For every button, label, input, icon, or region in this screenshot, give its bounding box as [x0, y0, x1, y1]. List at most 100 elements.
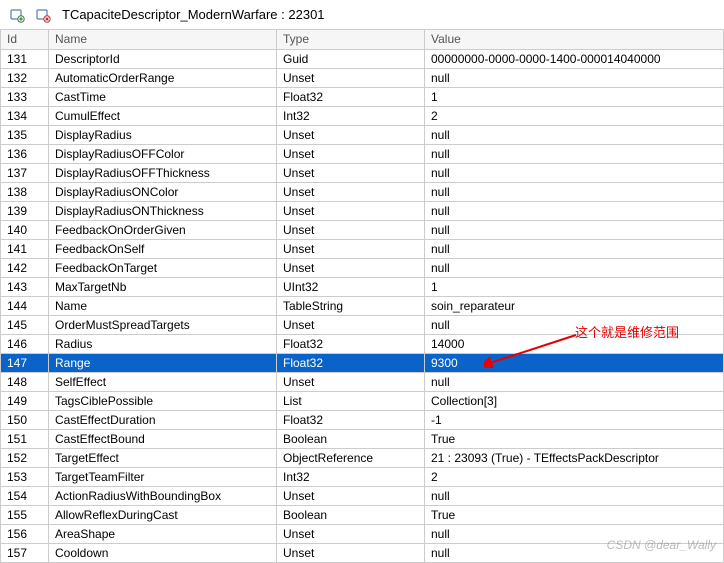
property-grid[interactable]: Id Name Type Value 131DescriptorIdGuid00…: [0, 30, 724, 563]
cell-type[interactable]: Unset: [277, 486, 425, 505]
cell-id[interactable]: 156: [1, 524, 49, 543]
cell-name[interactable]: DisplayRadiusONThickness: [49, 201, 277, 220]
cell-id[interactable]: 144: [1, 296, 49, 315]
cell-type[interactable]: Guid: [277, 49, 425, 68]
cell-name[interactable]: Name: [49, 296, 277, 315]
add-filter-icon[interactable]: [6, 4, 28, 26]
cell-type[interactable]: Unset: [277, 258, 425, 277]
cell-value[interactable]: soin_reparateur: [425, 296, 724, 315]
cell-id[interactable]: 131: [1, 49, 49, 68]
clear-filter-icon[interactable]: [32, 4, 54, 26]
cell-id[interactable]: 132: [1, 68, 49, 87]
table-row[interactable]: 153TargetTeamFilterInt322: [1, 467, 724, 486]
cell-type[interactable]: Unset: [277, 144, 425, 163]
table-row[interactable]: 138DisplayRadiusONColorUnsetnull: [1, 182, 724, 201]
cell-value[interactable]: 1: [425, 277, 724, 296]
table-row[interactable]: 141FeedbackOnSelfUnsetnull: [1, 239, 724, 258]
cell-name[interactable]: Cooldown: [49, 543, 277, 562]
cell-type[interactable]: Int32: [277, 106, 425, 125]
cell-name[interactable]: FeedbackOnTarget: [49, 258, 277, 277]
cell-name[interactable]: DisplayRadiusOFFThickness: [49, 163, 277, 182]
table-row[interactable]: 150CastEffectDurationFloat32-1: [1, 410, 724, 429]
cell-id[interactable]: 154: [1, 486, 49, 505]
cell-name[interactable]: DisplayRadiusONColor: [49, 182, 277, 201]
cell-id[interactable]: 136: [1, 144, 49, 163]
cell-value[interactable]: null: [425, 486, 724, 505]
cell-value[interactable]: null: [425, 68, 724, 87]
cell-name[interactable]: CastEffectBound: [49, 429, 277, 448]
cell-value[interactable]: 1: [425, 87, 724, 106]
header-value[interactable]: Value: [425, 30, 724, 49]
table-row[interactable]: 142FeedbackOnTargetUnsetnull: [1, 258, 724, 277]
cell-type[interactable]: Unset: [277, 524, 425, 543]
header-id[interactable]: Id: [1, 30, 49, 49]
cell-name[interactable]: MaxTargetNb: [49, 277, 277, 296]
cell-value[interactable]: null: [425, 125, 724, 144]
cell-name[interactable]: DescriptorId: [49, 49, 277, 68]
table-row[interactable]: 151CastEffectBoundBooleanTrue: [1, 429, 724, 448]
cell-type[interactable]: Unset: [277, 543, 425, 562]
cell-id[interactable]: 152: [1, 448, 49, 467]
cell-id[interactable]: 157: [1, 543, 49, 562]
table-row[interactable]: 133CastTimeFloat321: [1, 87, 724, 106]
header-type[interactable]: Type: [277, 30, 425, 49]
header-name[interactable]: Name: [49, 30, 277, 49]
cell-type[interactable]: Unset: [277, 182, 425, 201]
cell-name[interactable]: CastTime: [49, 87, 277, 106]
table-row[interactable]: 147RangeFloat329300: [1, 353, 724, 372]
cell-name[interactable]: ActionRadiusWithBoundingBox: [49, 486, 277, 505]
cell-type[interactable]: Boolean: [277, 505, 425, 524]
table-row[interactable]: 148SelfEffectUnsetnull: [1, 372, 724, 391]
cell-name[interactable]: AutomaticOrderRange: [49, 68, 277, 87]
cell-type[interactable]: TableString: [277, 296, 425, 315]
table-row[interactable]: 135DisplayRadiusUnsetnull: [1, 125, 724, 144]
cell-id[interactable]: 151: [1, 429, 49, 448]
table-row[interactable]: 134CumulEffectInt322: [1, 106, 724, 125]
table-row[interactable]: 144NameTableStringsoin_reparateur: [1, 296, 724, 315]
cell-type[interactable]: UInt32: [277, 277, 425, 296]
cell-id[interactable]: 139: [1, 201, 49, 220]
cell-name[interactable]: AreaShape: [49, 524, 277, 543]
cell-value[interactable]: Collection[3]: [425, 391, 724, 410]
cell-value[interactable]: null: [425, 182, 724, 201]
cell-id[interactable]: 146: [1, 334, 49, 353]
cell-value[interactable]: null: [425, 372, 724, 391]
cell-name[interactable]: SelfEffect: [49, 372, 277, 391]
cell-id[interactable]: 135: [1, 125, 49, 144]
cell-type[interactable]: Float32: [277, 334, 425, 353]
cell-name[interactable]: DisplayRadius: [49, 125, 277, 144]
cell-value[interactable]: null: [425, 201, 724, 220]
cell-name[interactable]: DisplayRadiusOFFColor: [49, 144, 277, 163]
cell-type[interactable]: Unset: [277, 315, 425, 334]
cell-value[interactable]: null: [425, 258, 724, 277]
cell-type[interactable]: Unset: [277, 239, 425, 258]
header-row[interactable]: Id Name Type Value: [1, 30, 724, 49]
cell-name[interactable]: FeedbackOnOrderGiven: [49, 220, 277, 239]
cell-value[interactable]: null: [425, 163, 724, 182]
cell-name[interactable]: TagsCiblePossible: [49, 391, 277, 410]
cell-id[interactable]: 145: [1, 315, 49, 334]
cell-type[interactable]: Unset: [277, 372, 425, 391]
table-row[interactable]: 132AutomaticOrderRangeUnsetnull: [1, 68, 724, 87]
cell-name[interactable]: AllowReflexDuringCast: [49, 505, 277, 524]
cell-type[interactable]: Int32: [277, 467, 425, 486]
cell-value[interactable]: 00000000-0000-0000-1400-000014040000: [425, 49, 724, 68]
cell-value[interactable]: null: [425, 144, 724, 163]
cell-name[interactable]: Range: [49, 353, 277, 372]
cell-value[interactable]: 21 : 23093 (True) - TEffectsPackDescript…: [425, 448, 724, 467]
table-row[interactable]: 137DisplayRadiusOFFThicknessUnsetnull: [1, 163, 724, 182]
cell-id[interactable]: 143: [1, 277, 49, 296]
cell-name[interactable]: TargetTeamFilter: [49, 467, 277, 486]
cell-id[interactable]: 155: [1, 505, 49, 524]
cell-value[interactable]: True: [425, 429, 724, 448]
cell-name[interactable]: OrderMustSpreadTargets: [49, 315, 277, 334]
cell-id[interactable]: 133: [1, 87, 49, 106]
cell-name[interactable]: TargetEffect: [49, 448, 277, 467]
cell-type[interactable]: Unset: [277, 68, 425, 87]
cell-id[interactable]: 134: [1, 106, 49, 125]
cell-value[interactable]: 2: [425, 106, 724, 125]
cell-name[interactable]: Radius: [49, 334, 277, 353]
cell-id[interactable]: 148: [1, 372, 49, 391]
cell-value[interactable]: True: [425, 505, 724, 524]
cell-type[interactable]: Float32: [277, 410, 425, 429]
